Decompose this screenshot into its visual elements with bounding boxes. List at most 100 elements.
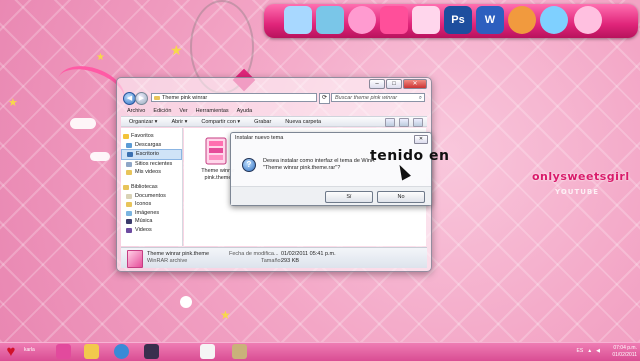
desktop-icon <box>127 152 133 158</box>
fox-icon[interactable] <box>508 6 536 34</box>
nav-item-sitios-recientes[interactable]: Sitios recientes <box>121 160 182 169</box>
menu-edicion[interactable]: Edición <box>153 107 171 116</box>
star-decoration: ★ <box>96 52 105 63</box>
nav-label: Documentos <box>135 192 166 199</box>
libraries-header[interactable]: Bibliotecas <box>121 183 182 192</box>
organize-button[interactable]: Organizar ▾ <box>129 117 157 126</box>
nav-label: Escritorio <box>136 151 159 158</box>
photoshop-icon[interactable]: Ps <box>444 6 472 34</box>
window-controls: – □ ✕ <box>369 79 427 89</box>
nav-label: Iconos <box>135 201 152 208</box>
photoshop-dark-taskbar-icon[interactable] <box>144 344 159 359</box>
dialog-close-button[interactable]: ✕ <box>414 135 428 144</box>
yes-button[interactable]: Sí <box>325 191 373 203</box>
minimize-button[interactable]: – <box>369 79 385 89</box>
search-input[interactable]: Buscar theme pink winrar ⌕ <box>331 93 425 102</box>
nav-label: Mis videos <box>135 169 161 176</box>
language-indicator[interactable]: ES <box>577 348 584 354</box>
skull-decoration <box>180 296 192 308</box>
documents-icon <box>126 193 132 199</box>
word-icon[interactable]: W <box>476 6 504 34</box>
clock[interactable]: 07:04 p.m. 01/02/2011 <box>612 345 637 358</box>
details-size-value: 293 KB <box>281 258 300 264</box>
dialog-title: Instalar nuevo tema <box>235 135 284 141</box>
favorites-header[interactable]: Favoritos <box>121 132 182 141</box>
folder-taskbar-icon[interactable] <box>84 344 99 359</box>
nav-label: Videos <box>135 226 152 233</box>
heart-icon[interactable] <box>380 6 408 34</box>
menu-ayuda[interactable]: Ayuda <box>237 107 253 116</box>
libraries-icon <box>123 184 129 190</box>
navigation-pane: Favoritos Descargas Escritorio Sitios re… <box>121 128 183 246</box>
favorites-label: Favoritos <box>131 133 154 139</box>
file-thumbnail-icon <box>127 250 143 268</box>
music-icon[interactable] <box>574 6 602 34</box>
icons-folder-icon <box>126 202 132 208</box>
cup-icon[interactable] <box>284 6 312 34</box>
start-heart-icon[interactable]: ♥ <box>3 344 19 360</box>
star-decoration: ★ <box>170 42 183 58</box>
details-modified-label: Fecha de modifica... <box>229 251 279 257</box>
address-bar[interactable]: Theme pink winrar <box>151 93 317 102</box>
nav-label: Sitios recientes <box>135 160 173 167</box>
video-overlay-text: tenido en <box>370 148 450 164</box>
videos-icon <box>126 227 132 233</box>
open-button[interactable]: Abrir ▾ <box>171 117 187 126</box>
music-folder-icon <box>126 219 132 225</box>
preview-pane-icon[interactable] <box>399 118 409 127</box>
refresh-button[interactable]: ⟳ <box>319 93 330 104</box>
system-tray: ES ▲ ◀ <box>577 348 600 354</box>
volume-icon[interactable]: ◀ <box>596 348 600 354</box>
notepad-taskbar-icon[interactable] <box>200 344 215 359</box>
clock-time: 07:04 p.m. <box>613 345 637 351</box>
details-file-name: Theme winrar pink.theme <box>147 251 210 257</box>
star-decoration: ★ <box>8 97 18 109</box>
nav-item-iconos[interactable]: Iconos <box>121 200 182 209</box>
network-icon[interactable]: ▲ <box>587 348 592 354</box>
cloud-decoration <box>70 118 96 129</box>
nav-item-musica[interactable]: Música <box>121 217 182 226</box>
photoshop-taskbar-icon[interactable] <box>56 344 71 359</box>
top-dock: Ps W <box>264 4 638 38</box>
help-icon[interactable] <box>413 118 423 127</box>
share-button[interactable]: Compartir con ▾ <box>201 117 240 126</box>
recent-places-icon <box>126 161 132 167</box>
cloud-decoration <box>90 152 110 161</box>
forward-button[interactable]: ▶ <box>135 92 148 105</box>
nav-item-documentos[interactable]: Documentos <box>121 192 182 201</box>
details-file-type: WinRAR archive <box>147 258 188 264</box>
burn-button[interactable]: Grabar <box>254 117 271 126</box>
taskbar-user: karla <box>24 347 35 353</box>
nav-item-videos[interactable]: Videos <box>121 226 182 235</box>
menu-herramientas[interactable]: Herramientas <box>196 107 229 116</box>
no-button[interactable]: No <box>377 191 425 203</box>
winrar-taskbar-icon[interactable] <box>232 344 247 359</box>
maximize-button[interactable]: □ <box>386 79 402 89</box>
menu-bar: Archivo Edición Ver Herramientas Ayuda <box>121 107 252 116</box>
pencils-icon[interactable] <box>412 6 440 34</box>
nav-item-imagenes[interactable]: Imágenes <box>121 209 182 218</box>
nav-label: Descargas <box>135 141 162 148</box>
close-button[interactable]: ✕ <box>403 79 427 89</box>
menu-ver[interactable]: Ver <box>179 107 187 116</box>
nav-item-mis-videos[interactable]: Mis videos <box>121 168 182 177</box>
star-icon <box>123 134 129 139</box>
menu-archivo[interactable]: Archivo <box>127 107 145 116</box>
view-controls <box>385 118 423 127</box>
ie-taskbar-icon[interactable] <box>114 344 129 359</box>
address-row: ◀ ▶ Theme pink winrar ⟳ Buscar theme pin… <box>121 92 427 105</box>
headphones-icon[interactable] <box>348 6 376 34</box>
chat-icon[interactable] <box>540 6 568 34</box>
command-bar: Organizar ▾ Abrir ▾ Compartir con ▾ Grab… <box>121 116 427 127</box>
winrar-archive-icon <box>205 137 227 165</box>
libraries-label: Bibliotecas <box>131 183 158 190</box>
downloads-icon <box>126 142 132 148</box>
view-options-icon[interactable] <box>385 118 395 127</box>
bus-icon[interactable] <box>316 6 344 34</box>
nav-item-escritorio[interactable]: Escritorio <box>121 149 182 160</box>
details-modified-value: 01/02/2011 05:41 p.m. <box>281 251 336 257</box>
nav-item-descargas[interactable]: Descargas <box>121 141 182 150</box>
new-folder-button[interactable]: Nueva carpeta <box>285 117 321 126</box>
star-decoration: ★ <box>220 308 231 322</box>
brand-watermark: onlysweetsgirl <box>532 170 630 183</box>
